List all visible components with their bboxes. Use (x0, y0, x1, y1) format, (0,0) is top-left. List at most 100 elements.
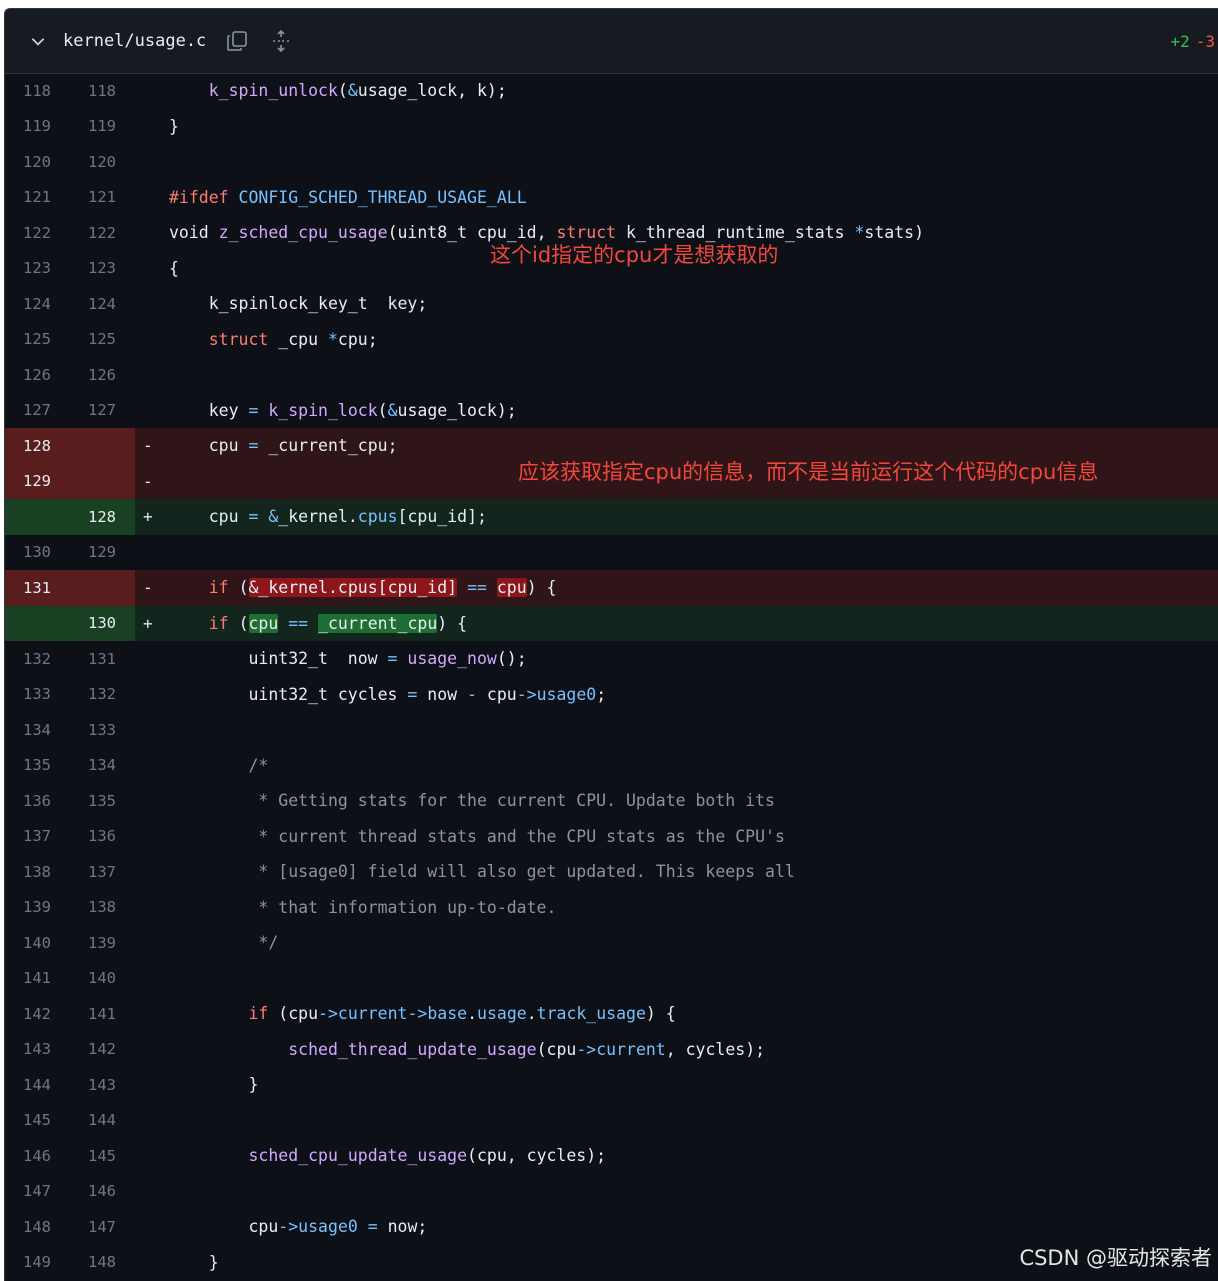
code-token: . (526, 1004, 537, 1024)
new-line-number[interactable]: 118 (72, 73, 132, 109)
old-line-number[interactable]: 132 (7, 641, 67, 677)
new-line-number[interactable]: 144 (72, 1103, 132, 1139)
new-line-number[interactable]: 146 (72, 1174, 132, 1210)
new-line-number[interactable]: 142 (72, 1032, 132, 1068)
new-line-number[interactable]: 135 (72, 783, 132, 819)
old-line-number[interactable] (7, 499, 67, 535)
new-line-number[interactable]: 145 (72, 1138, 132, 1174)
old-line-number[interactable]: 143 (7, 1032, 67, 1068)
diff-row: 137 136 * current thread stats and the CP… (5, 819, 1218, 855)
old-line-number[interactable]: 131 (7, 570, 67, 606)
code-line: sched_cpu_update_usage (cpu, cycles); (169, 1138, 606, 1174)
new-line-number[interactable]: 148 (72, 1245, 132, 1281)
old-line-number[interactable]: 139 (7, 890, 67, 926)
diff-row: 125 125 struct _cpu * cpu; (5, 322, 1218, 358)
code-token: & (268, 507, 279, 527)
old-line-number[interactable]: 122 (7, 215, 67, 251)
line-gutter: 125 125 (5, 322, 135, 358)
line-gutter: 144 143 (5, 1067, 135, 1103)
old-line-number[interactable]: 129 (7, 464, 67, 500)
new-line-number[interactable]: 127 (72, 393, 132, 429)
diff-marker (143, 854, 159, 890)
new-line-number[interactable]: 138 (72, 890, 132, 926)
new-line-number[interactable]: 147 (72, 1209, 132, 1245)
code-token: usage_lock, k); (357, 81, 507, 101)
diff-row: 120 120 (5, 144, 1218, 180)
old-line-number[interactable]: 146 (7, 1138, 67, 1174)
old-line-number[interactable]: 125 (7, 322, 67, 358)
old-line-number[interactable]: 140 (7, 925, 67, 961)
old-line-number[interactable]: 123 (7, 251, 67, 287)
code-token: k_spinlock_key_t key; (169, 294, 428, 314)
code-line: k_spin_unlock(& usage_lock, k); (169, 73, 507, 109)
old-line-number[interactable]: 142 (7, 996, 67, 1032)
code-token: ( (337, 81, 348, 101)
new-line-number[interactable]: 121 (72, 180, 132, 216)
new-line-number[interactable]: 128 (72, 499, 132, 535)
old-line-number[interactable]: 130 (7, 535, 67, 571)
old-line-number[interactable]: 148 (7, 1209, 67, 1245)
new-line-number[interactable]: 125 (72, 322, 132, 358)
code-token: - (467, 684, 487, 704)
old-line-number[interactable]: 124 (7, 286, 67, 322)
diff-marker (143, 890, 159, 926)
watermark: CSDN @驱动探索者 (1019, 1246, 1212, 1270)
old-line-number[interactable]: 144 (7, 1067, 67, 1103)
code-token: cpu (486, 684, 517, 704)
new-line-number[interactable] (72, 428, 132, 464)
new-line-number[interactable]: 140 (72, 961, 132, 997)
file-name[interactable]: kernel/usage.c (63, 31, 206, 51)
new-line-number[interactable]: 129 (72, 535, 132, 571)
old-line-number[interactable]: 147 (7, 1174, 67, 1210)
old-line-number[interactable]: 141 (7, 961, 67, 997)
old-line-number[interactable]: 121 (7, 180, 67, 216)
new-line-number[interactable] (72, 570, 132, 606)
code-line: */ (169, 925, 278, 961)
new-line-number[interactable]: 130 (72, 606, 132, 642)
old-line-number[interactable]: 120 (7, 144, 67, 180)
new-line-number[interactable]: 143 (72, 1067, 132, 1103)
diff-marker (143, 783, 159, 819)
new-line-number[interactable]: 122 (72, 215, 132, 251)
old-line-number[interactable] (7, 606, 67, 642)
new-line-number[interactable]: 141 (72, 996, 132, 1032)
new-line-number[interactable]: 123 (72, 251, 132, 287)
old-line-number[interactable]: 149 (7, 1245, 67, 1281)
old-line-number[interactable]: 133 (7, 677, 67, 713)
new-line-number[interactable]: 137 (72, 854, 132, 890)
new-line-number[interactable]: 131 (72, 641, 132, 677)
new-line-number[interactable]: 124 (72, 286, 132, 322)
code-token: , cycles); (665, 1039, 766, 1059)
line-gutter: 136 135 (5, 783, 135, 819)
old-line-number[interactable]: 138 (7, 854, 67, 890)
old-line-number[interactable]: 118 (7, 73, 67, 109)
old-line-number[interactable]: 145 (7, 1103, 67, 1139)
old-line-number[interactable]: 135 (7, 748, 67, 784)
old-line-number[interactable]: 137 (7, 819, 67, 855)
code-token: /* (169, 755, 269, 775)
new-line-number[interactable]: 120 (72, 144, 132, 180)
old-line-number[interactable]: 136 (7, 783, 67, 819)
new-line-number[interactable]: 136 (72, 819, 132, 855)
diff-row: 127 127 key = k_spin_lock(& usage_lock); (5, 393, 1218, 429)
new-line-number[interactable]: 134 (72, 748, 132, 784)
unfold-icon[interactable] (268, 28, 294, 54)
diff-marker: + (143, 507, 153, 527)
new-line-number[interactable]: 139 (72, 925, 132, 961)
old-line-number[interactable]: 119 (7, 109, 67, 145)
new-line-number[interactable]: 126 (72, 357, 132, 393)
old-line-number[interactable]: 126 (7, 357, 67, 393)
new-line-number[interactable]: 133 (72, 712, 132, 748)
old-line-number[interactable]: 128 (7, 428, 67, 464)
new-line-number[interactable]: 119 (72, 109, 132, 145)
copy-icon[interactable] (224, 28, 250, 54)
old-line-number[interactable]: 127 (7, 393, 67, 429)
chevron-down-icon[interactable] (27, 30, 49, 52)
code-token: struct (208, 329, 279, 349)
code-token: cpu (248, 613, 279, 633)
new-line-number[interactable]: 132 (72, 677, 132, 713)
old-line-number[interactable]: 134 (7, 712, 67, 748)
new-line-number[interactable] (72, 464, 132, 500)
